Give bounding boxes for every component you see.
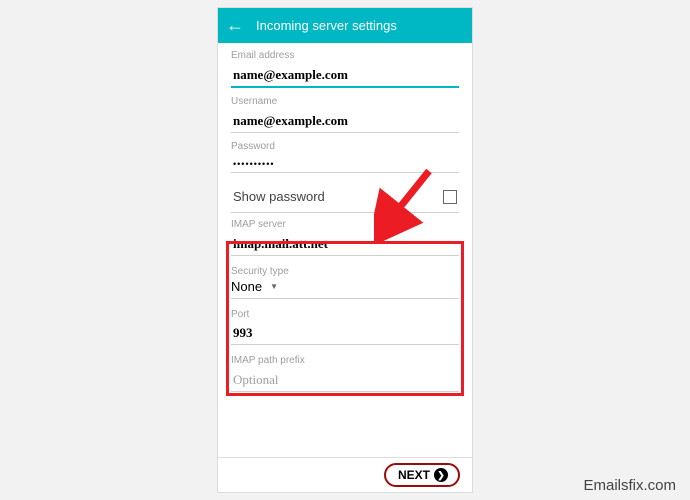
app-header: ← Incoming server settings: [218, 8, 472, 43]
security-group: Security type None ▼: [231, 266, 459, 299]
chevron-down-icon: ▼: [270, 282, 278, 291]
email-label: Email address: [231, 50, 459, 61]
next-button[interactable]: NEXT ❯: [384, 463, 460, 487]
port-input[interactable]: 993: [231, 322, 459, 345]
password-input[interactable]: [231, 155, 459, 173]
port-group: Port 993: [231, 309, 459, 345]
chevron-right-circle-icon: ❯: [434, 468, 448, 482]
show-password-checkbox[interactable]: [443, 190, 457, 204]
imap-server-input[interactable]: [231, 232, 459, 256]
settings-screen: ← Incoming server settings Email address…: [217, 7, 473, 493]
password-label: Password: [231, 141, 459, 152]
footer-bar: NEXT ❯: [218, 457, 472, 492]
username-group: Username: [231, 96, 459, 133]
path-prefix-input[interactable]: [231, 368, 459, 392]
security-value: None: [231, 279, 262, 294]
security-select[interactable]: None ▼: [231, 279, 459, 299]
show-password-label: Show password: [233, 189, 325, 204]
path-prefix-label: IMAP path prefix: [231, 355, 459, 366]
page-title: Incoming server settings: [256, 18, 397, 33]
email-input[interactable]: [231, 63, 459, 88]
username-input[interactable]: [231, 109, 459, 133]
security-label: Security type: [231, 266, 459, 277]
path-prefix-group: IMAP path prefix: [231, 355, 459, 392]
imap-server-group: IMAP server: [231, 219, 459, 256]
username-label: Username: [231, 96, 459, 107]
email-group: Email address: [231, 50, 459, 88]
form-content: Email address Username Password Show pas…: [218, 43, 472, 457]
watermark: Emailsfix.com: [583, 477, 676, 494]
port-label: Port: [231, 309, 459, 320]
password-group: Password: [231, 141, 459, 173]
show-password-row: Show password: [231, 181, 459, 213]
back-arrow-icon[interactable]: ←: [226, 15, 244, 36]
next-button-label: NEXT: [398, 468, 430, 482]
imap-server-label: IMAP server: [231, 219, 459, 230]
